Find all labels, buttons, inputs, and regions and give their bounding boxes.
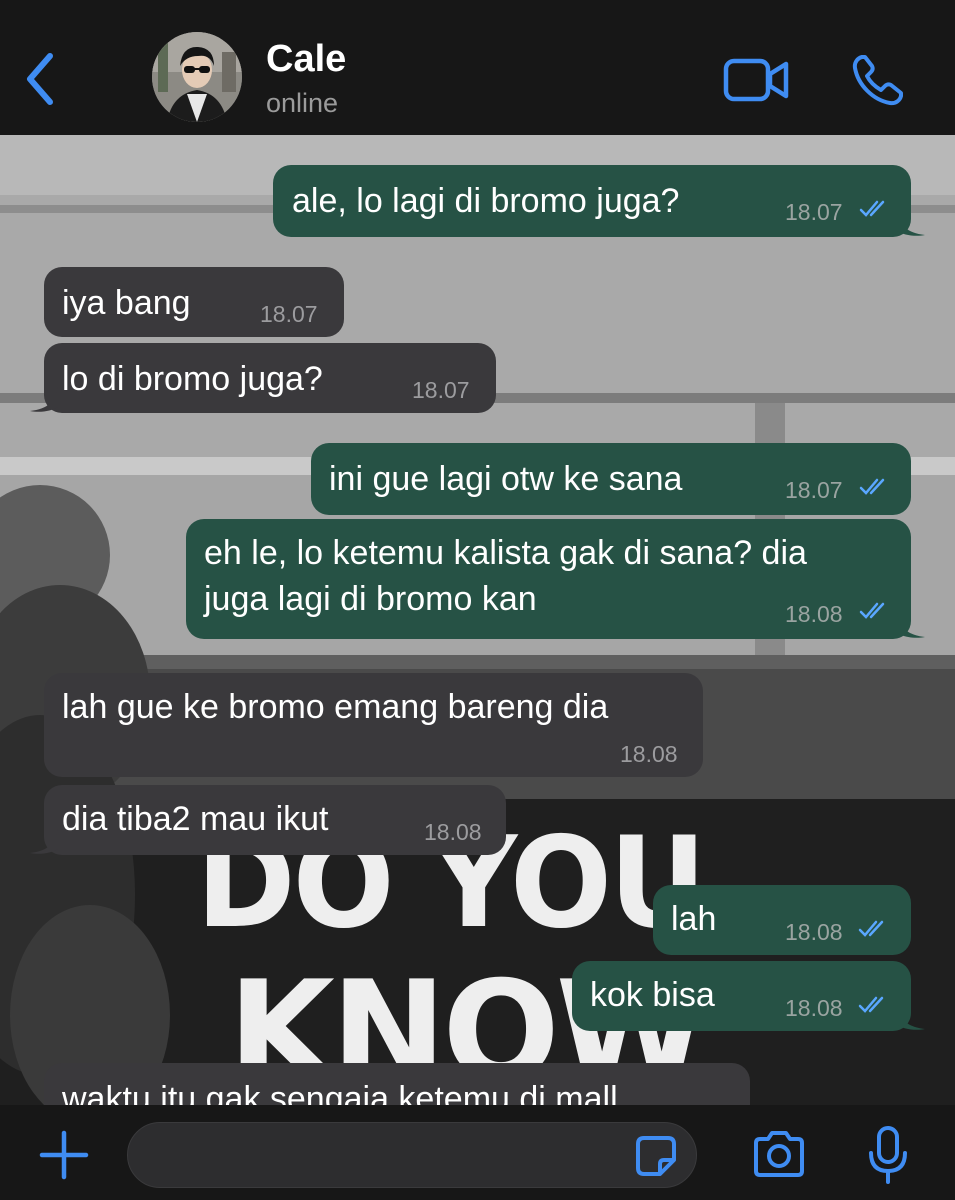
double-check-icon <box>859 478 885 495</box>
message-bubble-outgoing[interactable]: kok bisa 18.08 <box>572 961 925 1031</box>
composer-bar <box>0 1105 955 1200</box>
message-bubble-outgoing[interactable]: eh le, lo ketemu kalista gak di sana? di… <box>186 519 925 639</box>
message-time: 18.08 <box>620 741 678 767</box>
message-input-box[interactable] <box>127 1122 697 1188</box>
message-bubble-incoming[interactable]: lo di bromo juga? 18.07 <box>30 343 496 413</box>
bubble-tail <box>897 1005 925 1030</box>
message-time: 18.08 <box>785 601 843 627</box>
message-text: eh le, lo ketemu kalista gak di sana? di… <box>204 534 807 572</box>
message-time: 18.08 <box>424 819 482 845</box>
plus-icon[interactable] <box>36 1127 92 1183</box>
message-text: waktu itu gak sengaja ketemu di mall <box>62 1080 618 1105</box>
message-bubble-incoming[interactable]: lah gue ke bromo emang bareng dia 18.08 <box>44 673 703 777</box>
message-text: kok bisa <box>590 976 715 1014</box>
phone-icon[interactable] <box>850 52 906 108</box>
bubble-tail <box>897 211 925 236</box>
message-time: 18.07 <box>785 477 843 503</box>
sticker-icon[interactable] <box>634 1134 678 1178</box>
contact-name[interactable]: Cale <box>266 38 346 81</box>
message-input[interactable] <box>148 1133 622 1179</box>
bubble-tail <box>30 387 58 412</box>
double-check-icon <box>858 996 884 1013</box>
message-text: lah gue ke bromo emang bareng dia <box>62 688 609 726</box>
message-text: ale, lo lagi di bromo juga? <box>292 182 680 220</box>
message-text: juga lagi di bromo kan <box>204 580 537 618</box>
contact-status: online <box>266 88 339 118</box>
message-bubble-outgoing[interactable]: lah 18.08 <box>653 885 911 955</box>
message-bubble-outgoing[interactable]: ini gue lagi otw ke sana 18.07 <box>311 443 911 515</box>
message-time: 18.07 <box>412 377 470 403</box>
message-bubble-incoming[interactable]: waktu itu gak sengaja ketemu di mall <box>44 1063 750 1105</box>
double-check-icon <box>858 920 884 937</box>
microphone-icon[interactable] <box>866 1125 910 1185</box>
message-bubble-outgoing[interactable]: ale, lo lagi di bromo juga? 18.07 <box>273 165 925 237</box>
back-chevron-icon[interactable] <box>18 48 62 110</box>
camera-icon[interactable] <box>750 1129 808 1179</box>
message-text: ini gue lagi otw ke sana <box>329 460 683 498</box>
message-text: dia tiba2 mau ikut <box>62 800 329 838</box>
double-check-icon <box>859 602 885 619</box>
avatar[interactable] <box>152 32 242 122</box>
video-call-icon[interactable] <box>722 55 790 105</box>
message-bubble-incoming[interactable]: dia tiba2 mau ikut 18.08 <box>30 785 506 855</box>
message-text: lah <box>671 900 717 938</box>
message-text: iya bang <box>62 284 191 322</box>
bubble-tail <box>897 613 925 638</box>
chat-header: Cale online <box>0 0 955 135</box>
message-time: 18.07 <box>785 199 843 225</box>
double-check-icon <box>859 200 885 217</box>
message-bubble-incoming[interactable]: iya bang 18.07 <box>44 267 344 337</box>
message-time: 18.08 <box>785 919 843 945</box>
message-time: 18.08 <box>785 995 843 1021</box>
message-time: 18.07 <box>260 301 318 327</box>
message-text: lo di bromo juga? <box>62 360 323 398</box>
chat-area[interactable]: DO YOU KNOW ale, lo lagi di bromo juga? … <box>0 135 955 1105</box>
bubble-tail <box>30 829 58 854</box>
